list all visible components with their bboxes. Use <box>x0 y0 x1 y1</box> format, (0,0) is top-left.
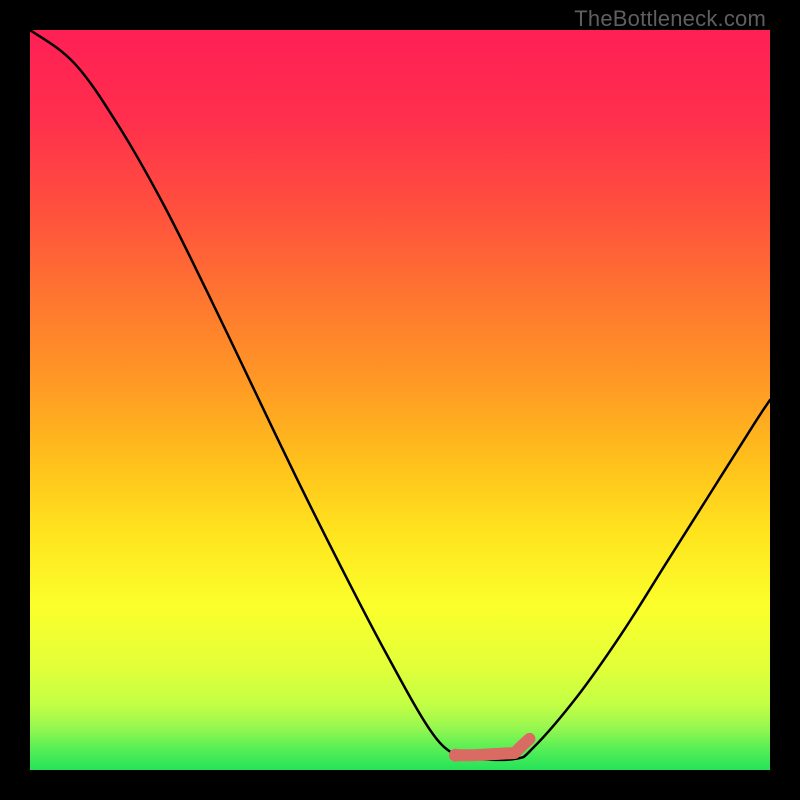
chart-frame: TheBottleneck.com <box>0 0 800 800</box>
marker-start-dot <box>449 749 462 762</box>
bottleneck-curve <box>30 30 770 760</box>
plot-area <box>30 30 770 770</box>
curve-layer <box>30 30 770 770</box>
marker-segment <box>456 739 530 755</box>
watermark-text: TheBottleneck.com <box>574 6 766 32</box>
